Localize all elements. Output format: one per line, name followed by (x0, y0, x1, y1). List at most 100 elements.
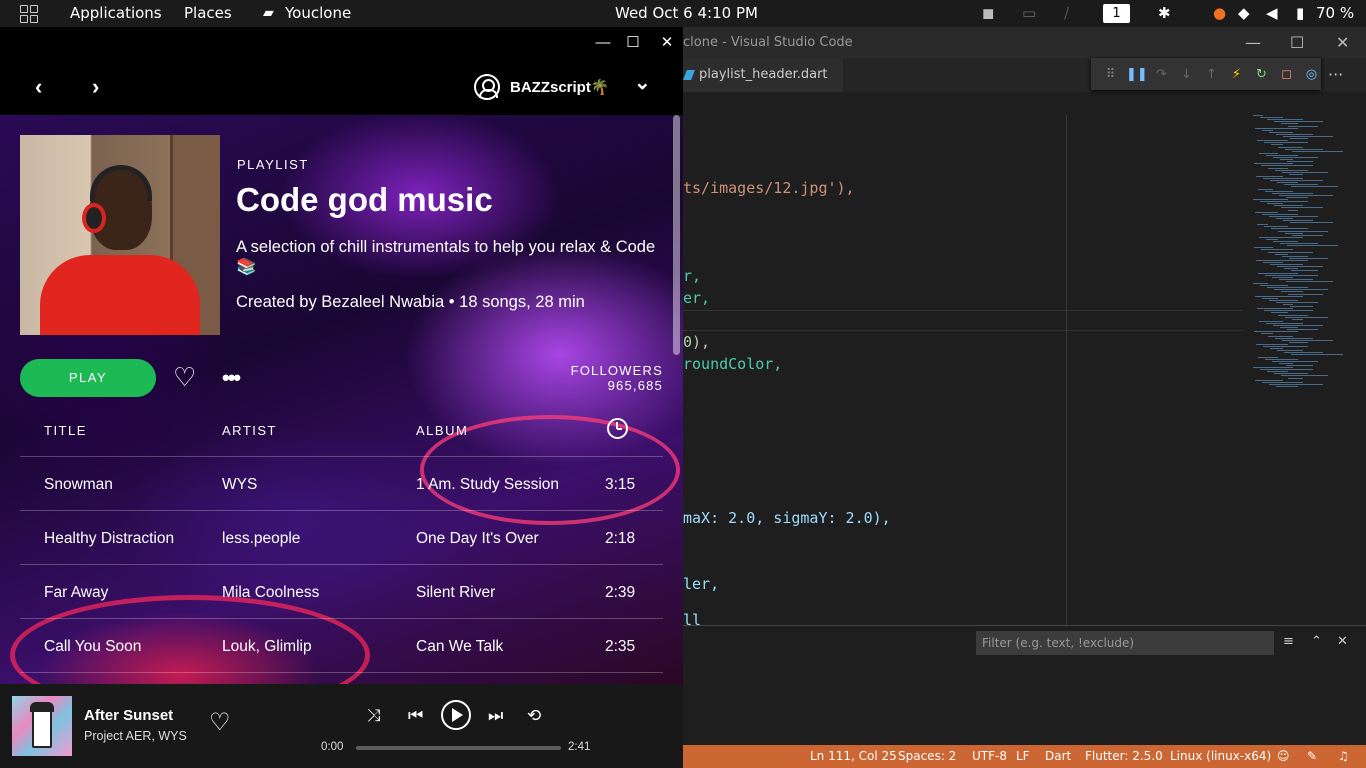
track-title: Far Away (44, 583, 109, 601)
panel-filter-input[interactable]: Filter (e.g. text, !exclude) (976, 631, 1274, 655)
track-row[interactable]: Snowman WYS 1 Am. Study Session 3:15 (20, 457, 663, 511)
chevron-up-icon[interactable]: ⌃ (1311, 634, 1322, 649)
minimap-line (1255, 379, 1283, 381)
tracks-table-header: TITLE ARTIST ALBUM (20, 415, 663, 457)
close-panel-icon[interactable]: ✕ (1337, 634, 1348, 649)
play-pause-button[interactable] (441, 700, 471, 730)
minimap-line (1290, 306, 1313, 308)
track-row[interactable]: Call You Soon Louk, Glimlip Can We Talk … (20, 619, 663, 673)
code-editor[interactable]: ts/images/12.jpg'), r, er, 0), roundColo… (683, 115, 1366, 625)
code-line: ler, (683, 575, 720, 593)
status-flutter-version[interactable]: Flutter: 2.5.0 (1085, 745, 1163, 768)
minimap-line (1262, 129, 1273, 131)
minimap-line (1287, 245, 1338, 247)
workspace-indicator[interactable]: 1 (1103, 4, 1130, 23)
system-top-bar: Applications Places ▰ Youclone Wed Oct 6… (0, 0, 1366, 27)
minimap-line (1280, 243, 1318, 245)
pause-icon[interactable]: ❚❚ (1126, 67, 1148, 82)
drag-handle-icon[interactable]: ⠿ (1101, 67, 1120, 82)
more-options-icon[interactable]: ••• (222, 367, 241, 389)
status-encoding[interactable]: UTF-8 (972, 745, 1007, 768)
battery-icon[interactable]: ▮ (1296, 0, 1304, 27)
clock-datetime[interactable]: Wed Oct 6 4:10 PM (615, 0, 758, 27)
minimap-line (1260, 201, 1308, 203)
minimap-line (1267, 371, 1288, 373)
accessibility-icon[interactable]: ✱ (1158, 0, 1171, 27)
back-chevron-icon[interactable]: ‹ (35, 74, 42, 100)
chevron-down-icon[interactable]: ⌄ (634, 70, 651, 95)
status-platform[interactable]: Linux (linux-x64) (1170, 745, 1271, 768)
restart-icon[interactable]: ↻ (1252, 67, 1271, 82)
repeat-icon[interactable]: ⟲ (527, 706, 541, 726)
app-header: ‹ › BAZZscript🌴 ⌄ (0, 60, 683, 115)
more-actions-icon[interactable]: ··· (1328, 65, 1343, 84)
track-row[interactable]: Far Away Mila Coolness Silent River 2:39 (20, 565, 663, 619)
user-menu[interactable]: BAZZscript🌴 (474, 74, 610, 100)
copilot-icon[interactable]: ☺ (1277, 745, 1290, 768)
play-button[interactable]: PLAY (20, 359, 156, 397)
step-over-icon[interactable]: ↷ (1152, 67, 1171, 82)
minimap-line (1257, 140, 1288, 142)
minimize-icon[interactable]: — (593, 33, 613, 53)
notification-dot-icon[interactable]: ● (1213, 0, 1226, 27)
next-track-icon[interactable]: ⏭ (488, 706, 503, 726)
track-duration: 2:35 (605, 637, 636, 655)
feedback-icon[interactable]: ✎ (1307, 745, 1317, 768)
track-duration: 2:39 (605, 583, 636, 601)
minimap-line (1275, 253, 1288, 255)
scrollbar-thumb[interactable] (673, 115, 680, 355)
followers-info: FOLLOWERS 965,685 (571, 363, 663, 393)
heart-icon[interactable]: ♡ (173, 364, 196, 390)
step-into-icon[interactable]: ↓ (1177, 67, 1196, 82)
forward-chevron-icon[interactable]: › (92, 74, 99, 100)
minimap[interactable] (1248, 115, 1353, 415)
column-title: TITLE (44, 423, 87, 438)
maximize-icon[interactable]: ☐ (1290, 27, 1304, 58)
status-cursor-position[interactable]: Ln 111, Col 25 (810, 745, 897, 768)
inspect-icon[interactable]: ◎ (1302, 67, 1321, 82)
minimize-icon[interactable]: — (1245, 27, 1261, 58)
hot-reload-icon[interactable]: ⚡ (1227, 67, 1246, 82)
track-row[interactable]: Healthy Distraction less.people One Day … (20, 511, 663, 565)
minimap-line (1262, 213, 1298, 215)
minimap-line (1288, 209, 1298, 211)
step-out-icon[interactable]: ↑ (1202, 67, 1221, 82)
status-indentation[interactable]: Spaces: 2 (898, 745, 956, 768)
like-heart-icon[interactable]: ♡ (209, 711, 231, 735)
now-playing-title[interactable]: After Sunset (84, 707, 173, 724)
tab-playlist-header[interactable]: playlist_header.dart (683, 58, 843, 92)
minimap-line (1284, 268, 1298, 270)
status-language[interactable]: Dart (1045, 745, 1071, 768)
minimap-line (1265, 358, 1298, 360)
close-icon[interactable]: ✕ (1336, 27, 1349, 58)
collapse-all-icon[interactable]: ≡ (1283, 634, 1294, 649)
status-eol[interactable]: LF (1016, 745, 1030, 768)
applications-menu[interactable]: Applications (70, 0, 162, 27)
minimap-line (1285, 232, 1303, 234)
places-menu[interactable]: Places (184, 0, 232, 27)
column-artist: ARTIST (222, 423, 277, 438)
minimap-line (1277, 350, 1303, 352)
maximize-icon[interactable]: ☐ (623, 33, 643, 53)
stop-icon[interactable]: ◻ (1277, 67, 1296, 82)
app-grid-icon[interactable] (20, 5, 38, 23)
bell-icon[interactable]: ♫ (1338, 745, 1349, 768)
close-icon[interactable]: ✕ (657, 33, 677, 53)
screencast-icon[interactable]: ◼ (982, 0, 994, 27)
shuffle-icon[interactable]: ⤨ (367, 706, 381, 726)
now-playing-artist[interactable]: Project AER, WYS (84, 729, 187, 743)
battery-level[interactable]: 70 % (1316, 0, 1354, 27)
minimap-line (1283, 136, 1333, 137)
volume-icon[interactable]: ◀ (1266, 0, 1278, 27)
youclone-window: — ☐ ✕ ‹ › BAZZscript🌴 ⌄ PLAYLIST Code go… (0, 27, 683, 768)
minimap-line (1271, 312, 1288, 314)
wifi-icon[interactable]: ◆ (1238, 0, 1250, 27)
progress-bar[interactable] (356, 746, 561, 750)
minimap-line (1267, 119, 1303, 121)
active-app-name[interactable]: Youclone (285, 0, 351, 27)
minimap-line (1263, 262, 1283, 263)
bottom-panel: Filter (e.g. text, !exclude) ≡ ⌃ ✕ (683, 625, 1366, 745)
minimap-line (1266, 154, 1298, 156)
minimap-line (1254, 163, 1293, 165)
previous-track-icon[interactable]: ⏮ (408, 706, 423, 726)
